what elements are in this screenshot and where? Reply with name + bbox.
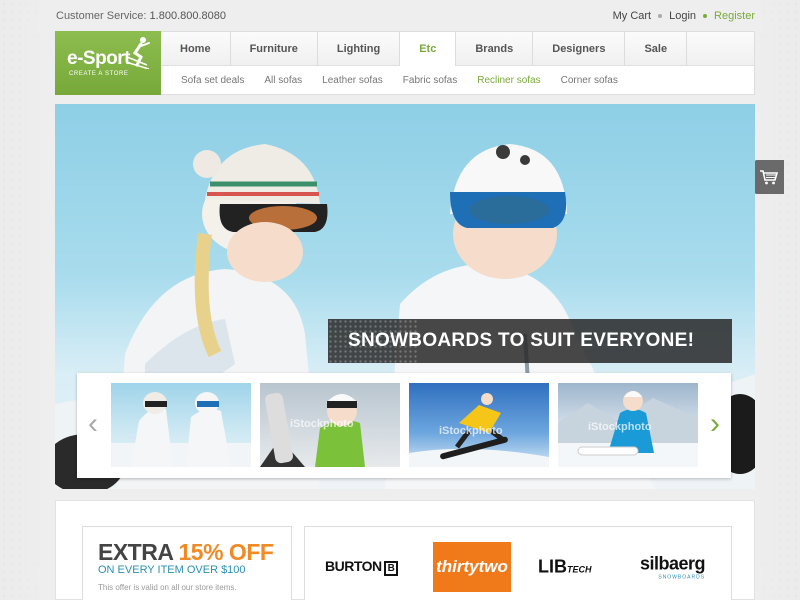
subnav-item-sofa-set-deals[interactable]: Sofa set deals	[181, 75, 264, 86]
caption-pattern	[328, 319, 418, 363]
nav-item-designers[interactable]: Designers	[533, 32, 626, 66]
logo-tagline: CREATE A STORE	[69, 71, 129, 77]
watermark: iStockphoto	[588, 421, 652, 433]
burton-name: BURTON	[325, 558, 382, 574]
site-logo[interactable]: e-Sport CREATE A STORE	[55, 31, 161, 95]
subnav-item-all-sofas[interactable]: All sofas	[264, 75, 322, 86]
brand-logos: BURTON B thirtytwo LIBTECH silbaerg SNOWB…	[304, 526, 732, 600]
my-cart-link[interactable]: My Cart	[613, 10, 652, 22]
promo-highlight: 15% OFF	[178, 539, 274, 565]
burton-mark: B	[383, 561, 399, 576]
nav-item-sale[interactable]: Sale	[625, 32, 688, 66]
customer-service-label: Customer Service:	[56, 10, 147, 22]
nav-item-lighting[interactable]: Lighting	[318, 32, 401, 66]
thumbnail-image	[111, 392, 251, 467]
burton-logo[interactable]: BURTON B	[325, 558, 399, 576]
watermark: iStockphoto	[439, 425, 503, 437]
silbaerg-subtitle: SNOWBOARDS	[658, 574, 706, 581]
account-links: My Cart Login Register	[613, 10, 755, 22]
lib-suffix: TECH	[567, 564, 592, 575]
promo-prefix: EXTRA	[98, 539, 179, 565]
register-link[interactable]: Register	[714, 10, 755, 22]
nav-item-etc[interactable]: Etc	[400, 32, 457, 66]
nav-item-brands[interactable]: Brands	[456, 32, 534, 66]
thumbnail-1[interactable]	[111, 383, 251, 467]
thumbnail-carousel: ‹ iStockphoto iStockphoto iStockphoto ›	[77, 373, 731, 478]
promo-subtitle: ON EVERY ITEM OVER $100	[98, 564, 246, 576]
customer-service-phone: 1.800.800.8080	[149, 10, 227, 22]
top-bar: Customer Service: 1.800.800.8080 My Cart…	[56, 8, 755, 24]
promo-note: This offer is valid on all our store ite…	[98, 583, 237, 592]
nav-item-furniture[interactable]: Furniture	[231, 32, 318, 66]
silbaerg-logo[interactable]: silbaerg SNOWBOARDS	[640, 553, 706, 581]
subnav-item-corner-sofas[interactable]: Corner sofas	[561, 75, 638, 86]
main-navigation: Home Furniture Lighting Etc Brands Desig…	[161, 31, 755, 95]
header: e-Sport CREATE A STORE Home Furniture Li…	[55, 31, 755, 95]
logo-brand: e-Sport	[67, 48, 131, 69]
subnav-item-recliner-sofas[interactable]: Recliner sofas	[477, 75, 560, 86]
promo-headline: EXTRA 15% OFF	[98, 539, 274, 566]
watermark: iStockphoto	[290, 418, 354, 430]
separator-dot	[703, 14, 708, 18]
subnav-item-fabric-sofas[interactable]: Fabric sofas	[403, 75, 477, 86]
thumbnail-2[interactable]: iStockphoto	[260, 383, 400, 467]
carousel-next-arrow[interactable]: ›	[705, 405, 725, 445]
hero-slider: SNOWBOARDS TO SUIT EVERYONE! ‹ iStockpho…	[55, 104, 755, 489]
lib-tech-logo[interactable]: LIBTECH	[538, 557, 592, 578]
cart-icon	[760, 170, 779, 185]
customer-service: Customer Service: 1.800.800.8080	[56, 10, 226, 22]
sub-menu: Sofa set deals All sofas Leather sofas F…	[161, 66, 754, 95]
separator-dot	[658, 14, 663, 18]
lib-name: LIB	[538, 556, 567, 577]
thumbnail-4[interactable]: iStockphoto	[558, 383, 698, 467]
thumbnail-3[interactable]: iStockphoto	[409, 383, 549, 467]
bottom-section: EXTRA 15% OFF ON EVERY ITEM OVER $100 Th…	[55, 500, 755, 600]
primary-menu: Home Furniture Lighting Etc Brands Desig…	[161, 32, 754, 66]
silbaerg-name: silbaerg	[640, 553, 706, 574]
skier-icon	[126, 37, 150, 69]
nav-item-home[interactable]: Home	[161, 32, 231, 66]
thirtytwo-logo[interactable]: thirtytwo	[433, 542, 511, 592]
promo-box[interactable]: EXTRA 15% OFF ON EVERY ITEM OVER $100 Th…	[82, 526, 292, 600]
cart-side-tab[interactable]	[754, 160, 784, 194]
subnav-item-leather-sofas[interactable]: Leather sofas	[322, 75, 403, 86]
carousel-prev-arrow[interactable]: ‹	[83, 405, 103, 445]
login-link[interactable]: Login	[669, 10, 696, 22]
